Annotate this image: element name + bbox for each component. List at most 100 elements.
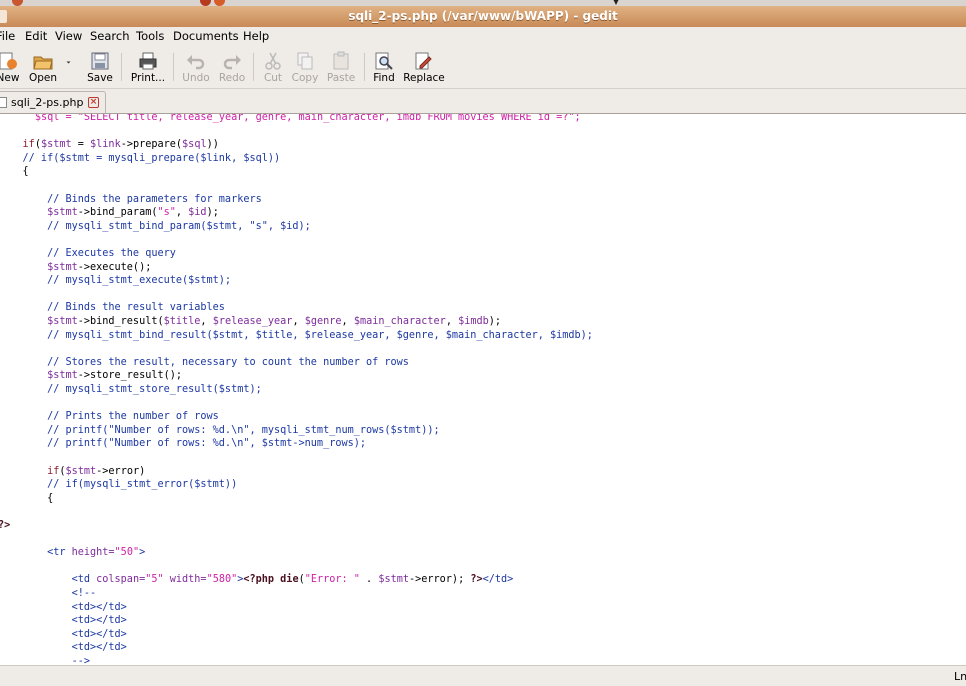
menu-view[interactable]: View (55, 29, 82, 43)
code-token: "s" (157, 207, 176, 219)
code-token: , (200, 316, 213, 327)
cut-button[interactable]: Cut (261, 51, 285, 87)
copy-button[interactable]: Copy (290, 51, 320, 87)
window-menu-icon[interactable] (0, 10, 7, 23)
code-token: $sql = "SELECT title, release_year, genr… (34, 113, 581, 123)
code-token: $genre (304, 316, 342, 327)
menu-tools[interactable]: Tools (136, 29, 164, 43)
code-token: if (0, 465, 60, 477)
code-token: ->error) (96, 465, 146, 477)
tab-label: sqli_2-ps.php (11, 96, 84, 109)
print-label: Print... (130, 72, 166, 84)
code-token: = (71, 139, 91, 151)
code-line: // if(mysqli_stmt_error($stmt)) (0, 478, 237, 492)
code-token: ->error); (409, 574, 471, 586)
code-line: <td></td> (0, 641, 127, 655)
code-token: ); (488, 316, 502, 327)
paste-button[interactable]: Paste (325, 51, 357, 87)
code-line: // Stores the result, necessary to count… (0, 356, 409, 370)
code-line: <tr height="50"> (0, 546, 145, 560)
code-token: $id (188, 207, 207, 219)
code-line: ?> (0, 519, 10, 533)
code-token: , (341, 316, 354, 327)
menu-edit[interactable]: Edit (25, 29, 47, 43)
toolbar-separator (121, 53, 122, 81)
code-token: , (175, 207, 189, 219)
printer-icon (139, 52, 157, 70)
code-token: $link (90, 139, 121, 151)
window-titlebar[interactable]: sqli_2-ps.php (/var/www/bWAPP) - gedit (0, 6, 966, 27)
code-line: // mysqli_stmt_bind_param($stmt, "s", $i… (0, 220, 311, 234)
code-token: "50" (114, 547, 140, 559)
code-token: $stmt (0, 207, 78, 219)
code-token: { (0, 492, 54, 504)
find-button[interactable]: Find (372, 51, 396, 87)
code-line: { (0, 165, 29, 179)
code-token: $stmt (0, 370, 78, 382)
code-token: // if(mysqli_stmt_error($stmt)) (0, 479, 238, 491)
save-label: Save (87, 72, 113, 84)
code-token: > (139, 547, 146, 559)
paste-label: Paste (326, 72, 356, 84)
replace-icon (415, 52, 432, 70)
code-token: // mysqli_stmt_store_result($stmt); (0, 384, 262, 395)
code-token: $main_character (353, 316, 446, 327)
code-token: , (445, 316, 459, 327)
print-button[interactable]: Print... (130, 51, 166, 87)
code-token: // mysqli_stmt_bind_result($stmt, $title… (0, 329, 593, 341)
code-token: { (0, 166, 29, 178)
replace-button[interactable]: Replace (403, 51, 445, 87)
find-label: Find (373, 72, 395, 84)
code-token: $sql (182, 139, 207, 151)
folder-open-icon (33, 56, 53, 70)
code-token: <!-- (0, 588, 97, 599)
copy-label: Copy (291, 72, 319, 84)
code-token: </td> (482, 574, 514, 586)
menu-help[interactable]: Help (243, 29, 269, 43)
toolbar-separator (173, 53, 174, 81)
redo-button[interactable]: Redo (218, 51, 246, 87)
code-token: "580" (206, 574, 238, 586)
open-button[interactable]: Open (28, 51, 58, 87)
open-recent-dropdown[interactable] (64, 51, 78, 87)
undo-label: Undo (182, 72, 210, 84)
code-token: <td></td> (0, 642, 127, 654)
open-label: Open (28, 72, 58, 84)
undo-button[interactable]: Undo (182, 51, 210, 87)
new-button[interactable]: New (0, 51, 20, 87)
menu-documents[interactable]: Documents (173, 29, 239, 43)
code-token: <tr (0, 547, 72, 559)
code-line: // mysqli_stmt_store_result($stmt); (0, 383, 262, 397)
code-line: if($stmt->error) (0, 465, 145, 479)
code-token: ->bind_param( (77, 207, 158, 219)
code-token: ->prepare( (120, 139, 183, 151)
code-line: <!-- (0, 587, 97, 601)
code-line: <td></td> (0, 601, 127, 615)
code-token: $title (163, 316, 201, 327)
code-token: $stmt (378, 574, 409, 586)
menu-search[interactable]: Search (90, 29, 130, 43)
document-tabs: sqli_2-ps.php × (0, 89, 966, 113)
code-token: ->execute(); (77, 261, 152, 273)
menu-file[interactable]: File (0, 29, 15, 43)
code-line: if($stmt = $link->prepare($sql)) (0, 138, 219, 152)
code-token: if (0, 139, 35, 151)
code-token: // if($stmt = mysqli_prepare($link, $sql… (0, 152, 281, 164)
code-token: $stmt (0, 261, 78, 273)
code-line: { (0, 492, 53, 506)
tab-sqli-2-ps[interactable]: sqli_2-ps.php × (0, 91, 106, 113)
code-token: // mysqli_stmt_bind_param($stmt, "s", $i… (0, 220, 311, 232)
toolbar: New Open Save Print... Undo Redo Cut Cop… (0, 47, 966, 89)
code-token: $imdb (458, 316, 489, 327)
save-button[interactable]: Save (86, 51, 114, 87)
code-editor[interactable]: $sql = "SELECT title, release_year, genr… (0, 113, 966, 665)
code-token: $release_year (212, 316, 293, 327)
tab-close-button[interactable]: × (88, 97, 99, 108)
code-token: ?> (0, 520, 11, 531)
code-token: ); (206, 207, 219, 219)
toolbar-separator (364, 53, 365, 81)
save-icon (91, 52, 109, 70)
code-token: // Executes the query (0, 248, 176, 259)
code-token: <td></td> (0, 628, 127, 640)
